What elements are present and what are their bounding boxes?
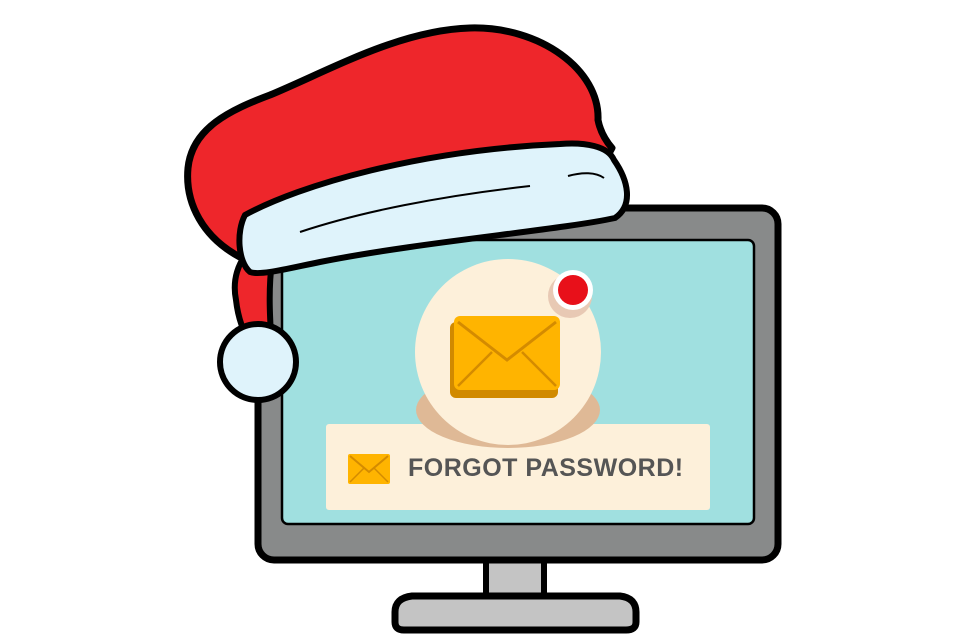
monitor-stand: [391, 553, 640, 634]
forgot-password-illustration: FORGOT PASSWORD!: [0, 0, 960, 640]
banner-envelope-icon: [348, 454, 390, 484]
illustration-canvas: [184, 24, 782, 634]
forgot-password-label: FORGOT PASSWORD!: [408, 454, 684, 482]
envelope-icon: [450, 316, 560, 398]
